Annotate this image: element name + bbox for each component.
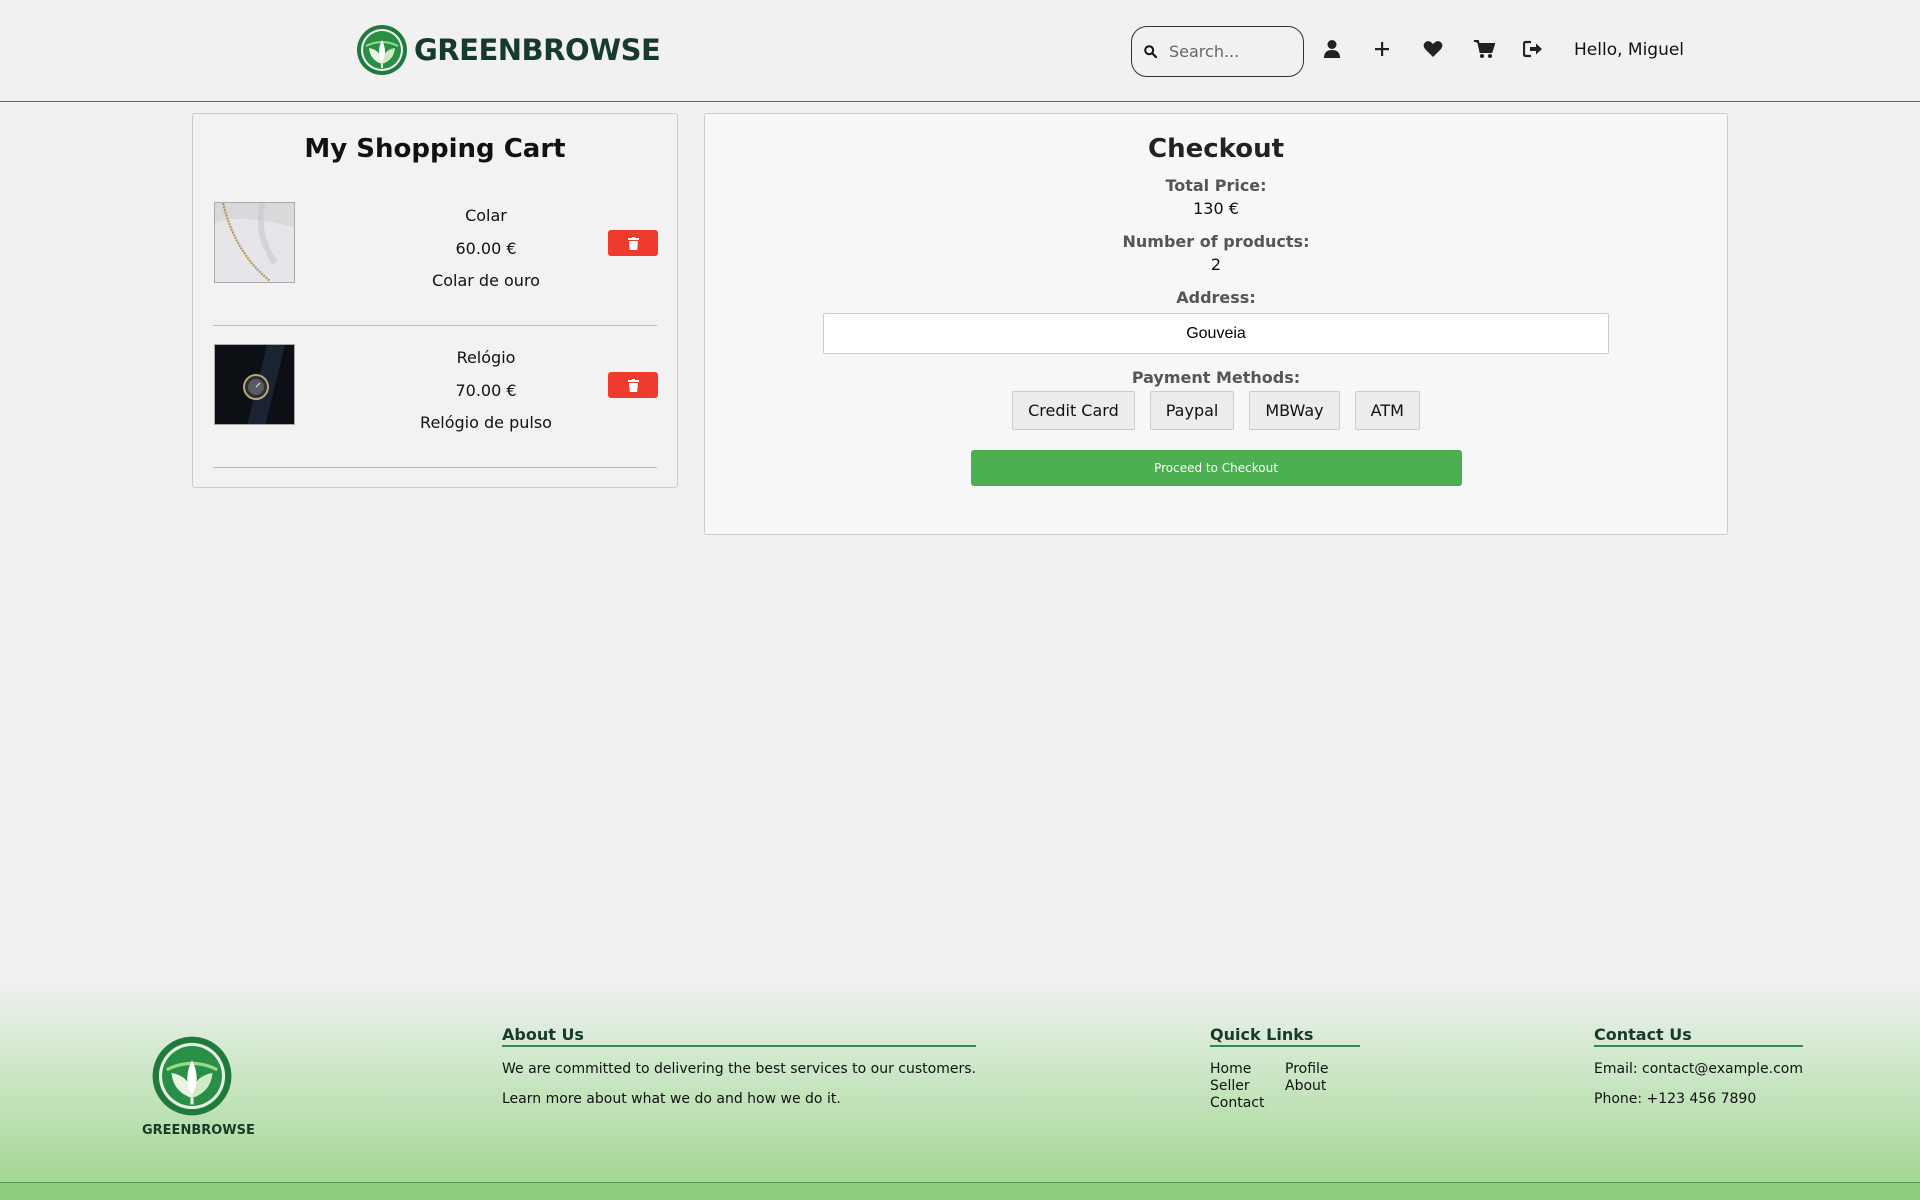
total-price-value: 130 €: [1193, 199, 1239, 218]
trash-icon: [627, 378, 639, 392]
payment-mbway-button[interactable]: MBWay: [1249, 391, 1340, 430]
item-description: Colar de ouro: [432, 271, 540, 290]
footer-link-profile[interactable]: Profile: [1285, 1061, 1360, 1077]
footer-link-about[interactable]: About: [1285, 1078, 1360, 1094]
product-image-necklace[interactable]: [214, 202, 295, 283]
payment-methods: Credit Card Paypal MBWay ATM: [705, 391, 1727, 430]
site-header: GREENBROWSE Hello, Miguel: [0, 0, 1920, 102]
brand-name: GREENBROWSE: [414, 33, 661, 67]
checkout-title: Checkout: [1147, 134, 1285, 164]
payment-credit-card-button[interactable]: Credit Card: [1012, 391, 1135, 430]
cart-item-info: Colar 60.00 € Colar de ouro: [391, 206, 581, 303]
item-description: Relógio de pulso: [420, 413, 552, 432]
footer-logo[interactable]: GREENBROWSE: [142, 1035, 255, 1138]
footer-link-home[interactable]: Home: [1210, 1061, 1285, 1077]
brand-logo[interactable]: GREENBROWSE: [356, 24, 661, 76]
footer-contact-section: Contact Us Email: contact@example.com Ph…: [1594, 1025, 1804, 1121]
product-count-value: 2: [1210, 255, 1222, 274]
contact-title: Contact Us: [1594, 1025, 1804, 1047]
user-greeting[interactable]: Hello, Miguel: [1574, 40, 1684, 60]
item-price: 70.00 €: [455, 381, 517, 400]
checkout-panel: Checkout Total Price: 130 € Number of pr…: [704, 113, 1728, 535]
user-icon[interactable]: [1319, 36, 1345, 62]
item-name: Relógio: [456, 348, 516, 367]
total-price-label: Total Price:: [1165, 176, 1267, 195]
delete-item-button[interactable]: [608, 372, 658, 398]
cart-item-info: Relógio 70.00 € Relógio de pulso: [391, 348, 581, 445]
quick-links-list: Home Profile Seller About Contact: [1210, 1061, 1360, 1111]
search-box[interactable]: [1131, 26, 1304, 77]
contact-email: Email: contact@example.com: [1594, 1061, 1804, 1077]
leaf-globe-icon: [357, 25, 407, 75]
site-footer: GREENBROWSE About Us We are committed to…: [0, 980, 1920, 1200]
cart-icon[interactable]: [1471, 36, 1497, 62]
footer-bottom-bar: [0, 1182, 1920, 1200]
cart-item: Relógio 70.00 € Relógio de pulso: [213, 326, 658, 468]
footer-about-section: About Us We are committed to delivering …: [502, 1025, 976, 1121]
leaf-globe-icon: [152, 1036, 232, 1116]
footer-link-seller[interactable]: Seller: [1210, 1078, 1285, 1094]
search-input[interactable]: [1169, 42, 1289, 61]
address-label: Address:: [1176, 288, 1256, 307]
logout-icon[interactable]: [1520, 36, 1546, 62]
footer-quick-links-section: Quick Links Home Profile Seller About Co…: [1210, 1025, 1360, 1111]
address-field[interactable]: [823, 313, 1609, 354]
about-line-1: We are committed to delivering the best …: [502, 1061, 976, 1077]
heart-icon[interactable]: [1420, 36, 1446, 62]
about-title: About Us: [502, 1025, 976, 1047]
about-line-2: Learn more about what we do and how we d…: [502, 1091, 841, 1107]
shopping-cart-panel: My Shopping Cart Colar 60.00 € Colar de …: [192, 113, 678, 488]
cart-item: Colar 60.00 € Colar de ouro: [213, 184, 658, 326]
payment-atm-button[interactable]: ATM: [1354, 391, 1420, 430]
item-name: Colar: [465, 206, 507, 225]
trash-icon: [627, 236, 639, 250]
footer-brand-name: GREENBROWSE: [142, 1123, 255, 1138]
contact-phone: Phone: +123 456 7890: [1594, 1091, 1757, 1107]
product-image-watch[interactable]: [214, 344, 295, 425]
delete-item-button[interactable]: [608, 230, 658, 256]
payment-paypal-button[interactable]: Paypal: [1149, 391, 1235, 430]
item-price: 60.00 €: [455, 239, 517, 258]
footer-link-contact[interactable]: Contact: [1210, 1095, 1285, 1111]
product-count-label: Number of products:: [1122, 232, 1310, 251]
payment-methods-label: Payment Methods:: [1131, 368, 1301, 387]
proceed-to-checkout-button[interactable]: Proceed to Checkout: [970, 450, 1462, 486]
quick-links-title: Quick Links: [1210, 1025, 1360, 1047]
search-icon: [1144, 45, 1157, 58]
plus-icon[interactable]: [1369, 36, 1395, 62]
cart-title: My Shopping Cart: [304, 134, 566, 164]
